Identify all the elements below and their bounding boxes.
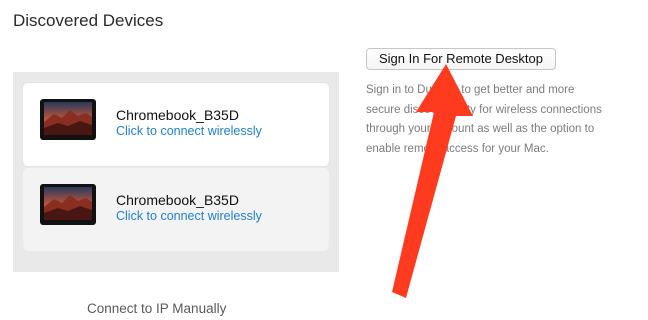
device-list: Chromebook_B35D Click to connect wireles…: [13, 72, 339, 272]
device-card[interactable]: Chromebook_B35D Click to connect wireles…: [23, 168, 329, 251]
connect-wirelessly-link[interactable]: Click to connect wirelessly: [116, 209, 262, 223]
device-name: Chromebook_B35D: [116, 107, 239, 123]
device-card[interactable]: Chromebook_B35D Click to connect wireles…: [23, 83, 329, 166]
device-name: Chromebook_B35D: [116, 192, 239, 208]
laptop-screen-icon: [40, 99, 96, 140]
laptop-screen-icon: [40, 184, 96, 225]
section-title: Discovered Devices: [13, 11, 164, 30]
sign-in-remote-desktop-button[interactable]: Sign In For Remote Desktop: [366, 48, 556, 70]
connect-ip-manually-link[interactable]: Connect to IP Manually: [87, 301, 226, 316]
sign-in-description: Sign in to Duet Air to get better and mo…: [366, 84, 602, 155]
connect-wirelessly-link[interactable]: Click to connect wirelessly: [116, 124, 262, 138]
